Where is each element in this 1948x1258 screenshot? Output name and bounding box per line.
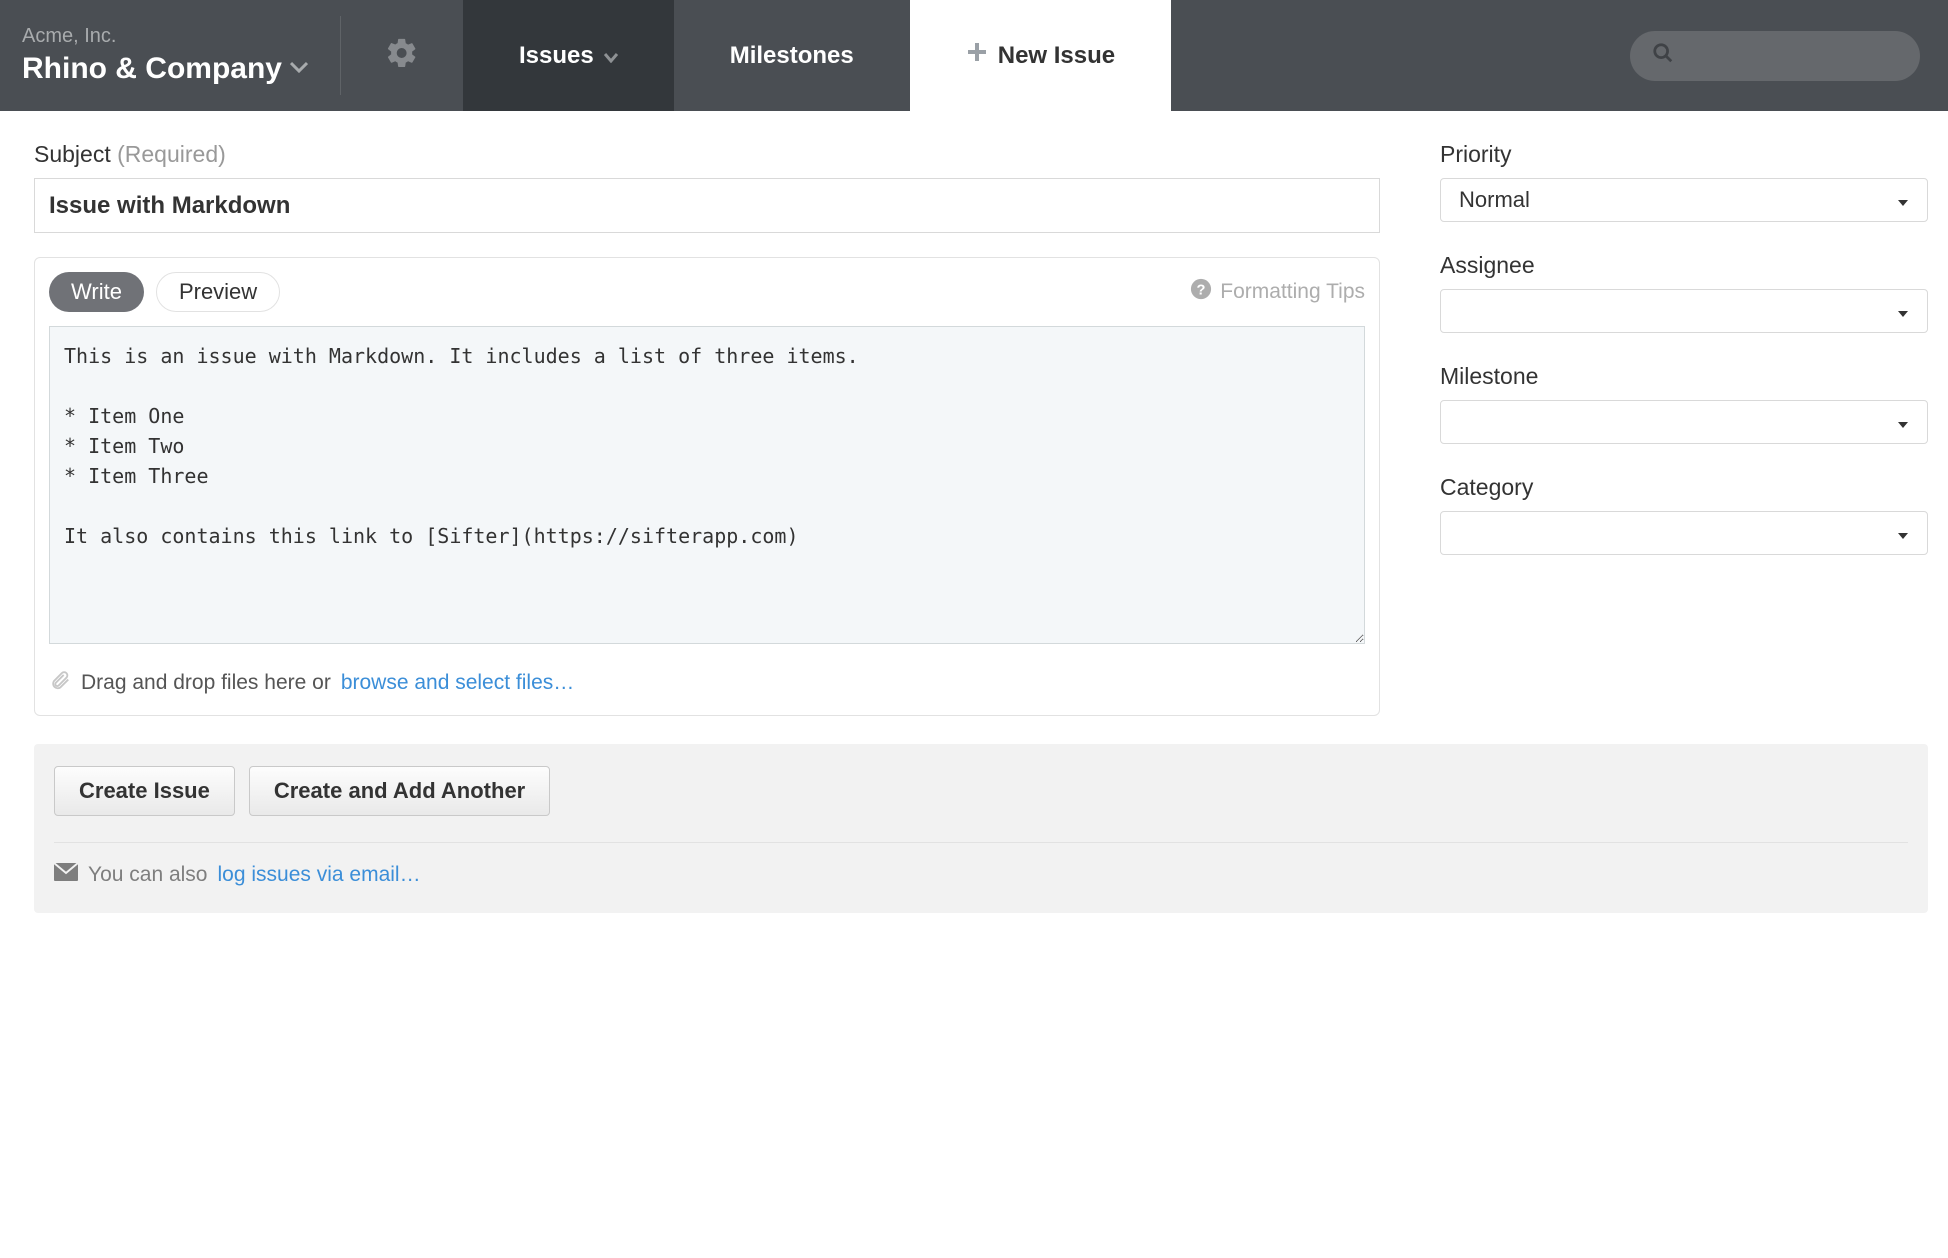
- browse-files-link[interactable]: browse and select files…: [341, 671, 574, 695]
- create-issue-button[interactable]: Create Issue: [54, 766, 235, 816]
- gear-icon: [385, 36, 419, 75]
- log-via-email-link[interactable]: log issues via email…: [218, 863, 421, 887]
- issue-body-textarea[interactable]: [49, 326, 1365, 644]
- subject-input[interactable]: [34, 178, 1380, 233]
- tab-new-issue[interactable]: New Issue: [910, 0, 1171, 111]
- priority-label: Priority: [1440, 141, 1928, 168]
- caret-down-icon: [1897, 520, 1909, 546]
- caret-down-icon: [1897, 409, 1909, 435]
- subject-label: Subject (Required): [34, 141, 1380, 168]
- assignee-label: Assignee: [1440, 252, 1928, 279]
- company-name: Acme, Inc.: [22, 25, 308, 48]
- caret-down-icon: [1897, 298, 1909, 324]
- project-switcher[interactable]: Acme, Inc. Rhino & Company: [0, 0, 340, 111]
- create-and-add-another-button[interactable]: Create and Add Another: [249, 766, 550, 816]
- paperclip-icon: [49, 669, 71, 697]
- tab-label: New Issue: [998, 42, 1115, 70]
- editor-box: Write Preview ? Formatting Tips Drag and…: [34, 257, 1380, 716]
- priority-select[interactable]: Normal: [1440, 178, 1928, 222]
- help-icon: ?: [1190, 278, 1212, 306]
- project-name: Rhino & Company: [22, 52, 282, 86]
- app-header: Acme, Inc. Rhino & Company Issues Milest…: [0, 0, 1948, 111]
- caret-down-icon: [1897, 187, 1909, 213]
- preview-tab[interactable]: Preview: [156, 272, 280, 312]
- milestone-label: Milestone: [1440, 363, 1928, 390]
- mail-icon: [54, 863, 78, 887]
- tab-label: Issues: [519, 42, 594, 70]
- primary-nav: Issues Milestones New Issue: [463, 0, 1171, 111]
- chevron-down-icon: [290, 60, 308, 78]
- chevron-down-icon: [604, 42, 618, 70]
- attach-drop-text: Drag and drop files here or: [81, 671, 331, 695]
- search-input[interactable]: [1630, 31, 1920, 81]
- footer-divider: [54, 842, 1908, 843]
- email-hint-text: You can also: [88, 863, 208, 887]
- assignee-select[interactable]: [1440, 289, 1928, 333]
- tab-milestones[interactable]: Milestones: [674, 0, 910, 111]
- milestone-select[interactable]: [1440, 400, 1928, 444]
- formatting-tips-link[interactable]: ? Formatting Tips: [1190, 278, 1365, 306]
- settings-button[interactable]: [341, 0, 463, 111]
- plus-icon: [966, 41, 988, 70]
- category-label: Category: [1440, 474, 1928, 501]
- tab-issues[interactable]: Issues: [463, 0, 674, 111]
- category-select[interactable]: [1440, 511, 1928, 555]
- form-footer: Create Issue Create and Add Another You …: [34, 744, 1928, 913]
- svg-text:?: ?: [1197, 283, 1206, 299]
- tab-label: Milestones: [730, 42, 854, 70]
- priority-value: Normal: [1459, 187, 1530, 213]
- search-icon: [1652, 42, 1674, 69]
- formatting-tips-label: Formatting Tips: [1220, 280, 1365, 304]
- write-tab[interactable]: Write: [49, 272, 144, 312]
- attachment-row: Drag and drop files here or browse and s…: [49, 669, 1365, 697]
